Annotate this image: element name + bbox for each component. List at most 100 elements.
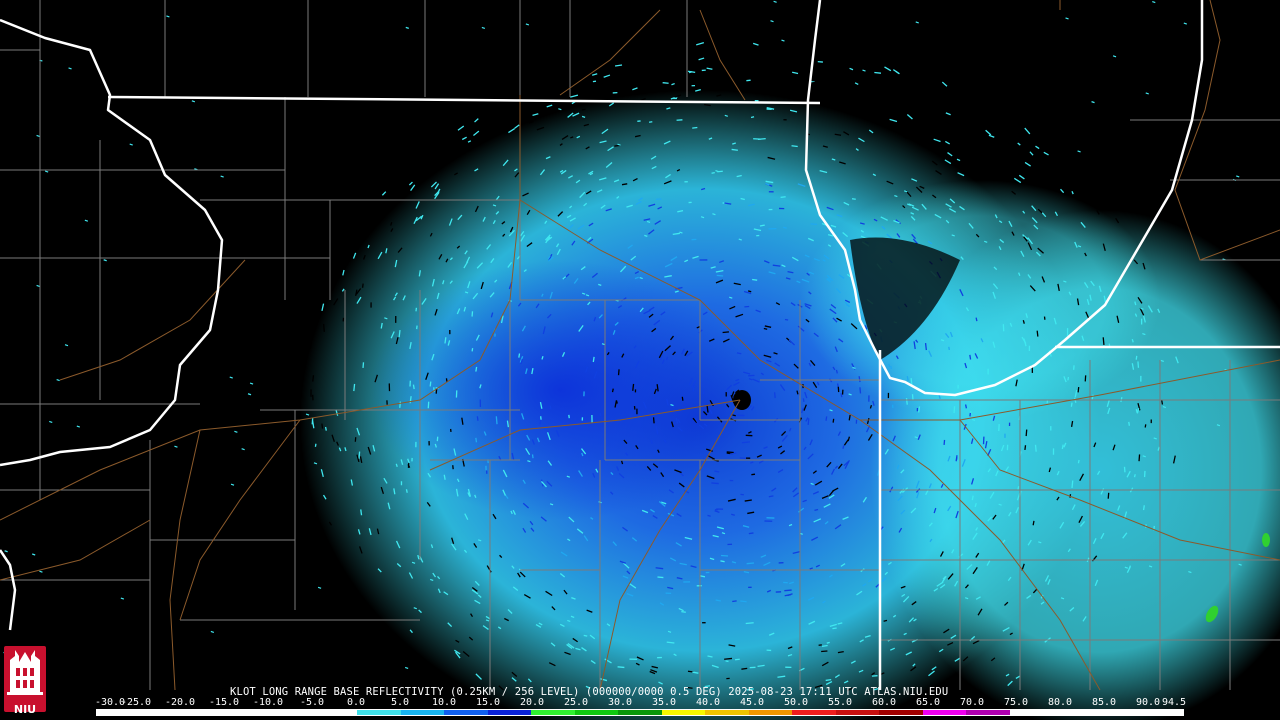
echo-streak [405, 489, 408, 493]
echo-streak [722, 331, 730, 334]
echo-streak [726, 451, 734, 454]
echo-streak [784, 589, 792, 592]
echo-streak [656, 431, 659, 435]
echo-streak [1134, 301, 1137, 306]
echo-streak [230, 483, 235, 486]
echo-streak [740, 600, 747, 603]
scale-label: 60.0 [871, 697, 897, 708]
echo-streak [889, 118, 898, 123]
scale-label: 75.0 [1003, 697, 1029, 708]
echo-streak [1034, 444, 1037, 452]
scale-label: 0.0 [346, 697, 366, 708]
echo-streak [814, 508, 819, 511]
echo-streak [399, 401, 402, 408]
echo-streak [558, 108, 562, 111]
echo-streak [732, 414, 736, 417]
echo-streak [1071, 480, 1074, 489]
echo-streak [583, 634, 588, 637]
echo-streak [1095, 194, 1099, 198]
echo-streak [905, 397, 908, 405]
echo-streak [626, 57, 632, 61]
colorbar-segment [139, 710, 184, 715]
echo-streak [1077, 150, 1081, 153]
echo-streak [949, 93, 957, 97]
echo-streak [581, 108, 586, 111]
echo-streak [476, 416, 479, 421]
echo-streak [4, 550, 8, 553]
echo-streak [681, 396, 684, 401]
echo-streak [826, 641, 830, 644]
echo-streak [746, 562, 755, 565]
scale-label: 65.0 [915, 697, 941, 708]
echo-streak [220, 175, 224, 178]
scale-label: 94.5 [1161, 697, 1187, 708]
echo-streak [947, 152, 953, 157]
scale-label: 80.0 [1047, 697, 1073, 708]
echo-streak [1142, 505, 1145, 511]
colorbar-segment [226, 710, 271, 715]
colorbar-segment [1096, 710, 1141, 715]
echo-streak [807, 418, 810, 425]
echo-streak [821, 644, 828, 648]
echo-streak [802, 398, 805, 402]
echo-streak [711, 172, 715, 174]
colorbar-segment [1009, 710, 1054, 715]
scale-label: 30.0 [607, 697, 633, 708]
echo-streak [632, 87, 638, 91]
echo-streak [843, 92, 851, 95]
echo-streak [36, 284, 40, 288]
echo-streak [525, 23, 530, 26]
echo-streak [810, 81, 818, 84]
echo-streak [120, 597, 125, 600]
echo-streak [964, 404, 968, 409]
echo-streak [780, 196, 786, 198]
echo-streak [1024, 445, 1027, 451]
echo-streak [1071, 191, 1074, 195]
echo-streak [1060, 188, 1065, 194]
echo-streak [840, 65, 848, 68]
echo-streak [580, 90, 585, 94]
echo-streak [822, 101, 829, 106]
echo-streak [831, 158, 836, 161]
echo-streak [715, 599, 722, 602]
scale-label: -15.0 [208, 697, 240, 708]
echo-streak [692, 126, 698, 129]
echo-streak [36, 134, 40, 138]
echo-streak [321, 423, 324, 429]
echo-streak [768, 495, 774, 498]
radar-map [0, 0, 1280, 720]
echo-streak [997, 168, 1002, 175]
echo-streak [1077, 459, 1080, 464]
colorbar-segment [879, 710, 923, 715]
colorbar-segment [835, 710, 880, 715]
echo-streak [317, 586, 322, 589]
echo-streak [732, 600, 737, 603]
echo-streak [1065, 17, 1069, 20]
echo-streak [56, 378, 60, 382]
echo-streak [835, 369, 838, 374]
echo-streak [1017, 142, 1021, 146]
echo-streak [39, 570, 43, 573]
scale-label: -20.0 [164, 697, 196, 708]
echo-streak [1133, 474, 1136, 478]
echo-streak [444, 337, 447, 344]
echo-streak [353, 383, 356, 392]
echo-streak [632, 383, 635, 391]
echo-streak [971, 495, 974, 501]
echo-streak [68, 67, 72, 70]
echo-streak [1135, 355, 1138, 360]
echo-streak [1152, 1, 1156, 4]
echo-streak [698, 57, 705, 61]
echo-streak [481, 26, 486, 30]
echo-streak [1135, 409, 1138, 413]
echo-streak [405, 26, 409, 29]
colorbar-segment [444, 710, 488, 715]
echo-streak [636, 70, 643, 73]
echo-streak [851, 198, 856, 200]
echo-streak [969, 354, 972, 360]
colorbar-segment [792, 710, 836, 715]
echo-streak [408, 181, 413, 186]
echo-streak [247, 393, 252, 396]
echo-streak [915, 21, 919, 24]
echo-streak [360, 231, 364, 238]
